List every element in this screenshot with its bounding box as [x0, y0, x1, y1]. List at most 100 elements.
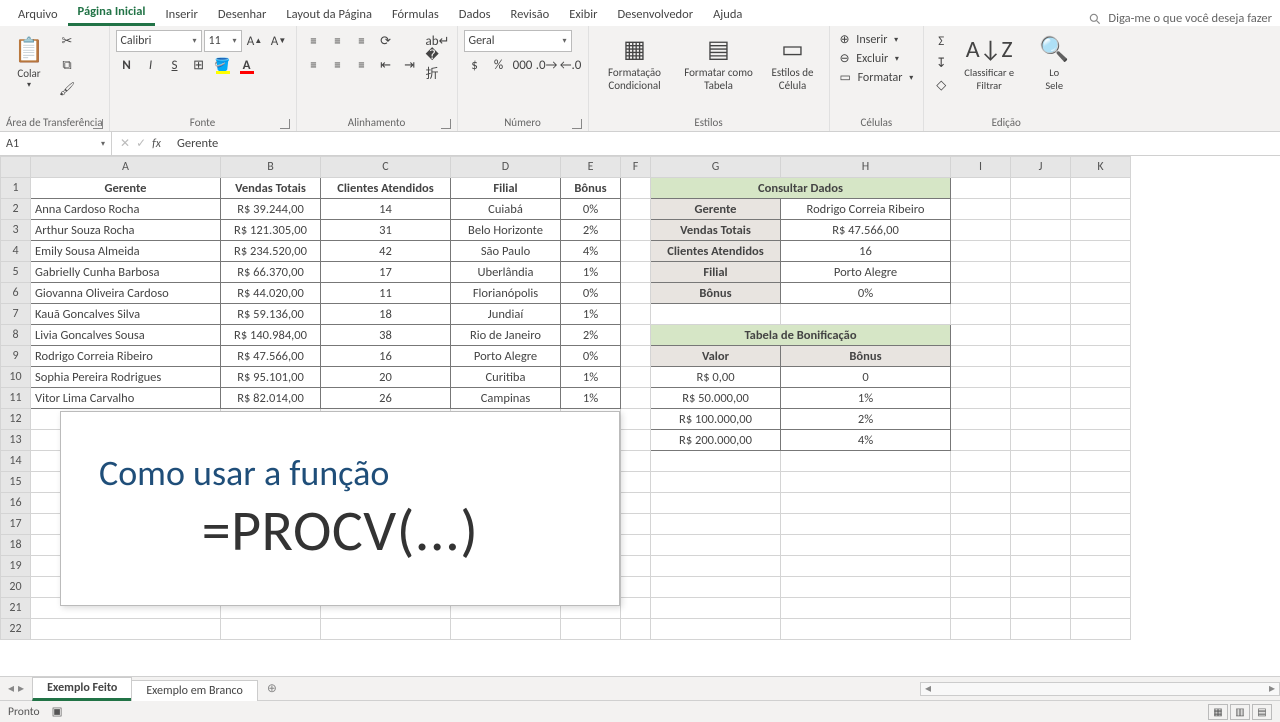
sheet-tab-exemplo-feito[interactable]: Exemplo Feito — [32, 677, 132, 701]
cell-K9[interactable] — [1071, 346, 1131, 367]
cell-H16[interactable] — [781, 493, 951, 514]
copy-button[interactable]: ⧉ — [56, 54, 78, 76]
cell-A3[interactable]: Arthur Souza Rocha — [31, 220, 221, 241]
row-header-11[interactable]: 11 — [1, 388, 31, 409]
row-header-7[interactable]: 7 — [1, 304, 31, 325]
cell-B10[interactable]: R$ 95.101,00 — [221, 367, 321, 388]
cell-K6[interactable] — [1071, 283, 1131, 304]
cell-B6[interactable]: R$ 44.020,00 — [221, 283, 321, 304]
cell-F11[interactable] — [621, 388, 651, 409]
cell-H4[interactable]: 16 — [781, 241, 951, 262]
cell-E6[interactable]: 0% — [561, 283, 621, 304]
cell-H7[interactable] — [781, 304, 951, 325]
cell-D22[interactable] — [451, 619, 561, 640]
dialog-launcher-icon[interactable] — [441, 119, 451, 129]
cell-K7[interactable] — [1071, 304, 1131, 325]
fill-button[interactable]: ↧ — [930, 52, 952, 74]
cell-G7[interactable] — [651, 304, 781, 325]
cell-B7[interactable]: R$ 59.136,00 — [221, 304, 321, 325]
row-header-4[interactable]: 4 — [1, 241, 31, 262]
menu-tab-ajuda[interactable]: Ajuda — [703, 3, 752, 26]
cell-J17[interactable] — [1011, 514, 1071, 535]
row-header-5[interactable]: 5 — [1, 262, 31, 283]
col-header-C[interactable]: C — [321, 157, 451, 178]
decrease-indent-button[interactable]: ⇤ — [375, 54, 397, 76]
cell-H12[interactable]: 2% — [781, 409, 951, 430]
add-sheet-button[interactable]: ⊕ — [257, 681, 287, 696]
cell-G18[interactable] — [651, 535, 781, 556]
cell-D6[interactable]: Florianópolis — [451, 283, 561, 304]
cell-C4[interactable]: 42 — [321, 241, 451, 262]
cancel-formula-icon[interactable]: ✕ — [120, 136, 130, 151]
cell-J15[interactable] — [1011, 472, 1071, 493]
cell-D9[interactable]: Porto Alegre — [451, 346, 561, 367]
cell-K1[interactable] — [1071, 178, 1131, 199]
increase-indent-button[interactable]: ⇥ — [399, 54, 421, 76]
format-cells-button[interactable]: ▭ Formatar ▾ — [836, 68, 918, 87]
cell-I16[interactable] — [951, 493, 1011, 514]
cell-B9[interactable]: R$ 47.566,00 — [221, 346, 321, 367]
cell-F14[interactable] — [621, 451, 651, 472]
row-header-13[interactable]: 13 — [1, 430, 31, 451]
cell-F18[interactable] — [621, 535, 651, 556]
cell-K10[interactable] — [1071, 367, 1131, 388]
cell-H20[interactable] — [781, 577, 951, 598]
cell-F12[interactable] — [621, 409, 651, 430]
cell-A2[interactable]: Anna Cardoso Rocha — [31, 199, 221, 220]
cell-F16[interactable] — [621, 493, 651, 514]
cell-G3[interactable]: Vendas Totais — [651, 220, 781, 241]
delete-cells-button[interactable]: ⊖ Excluir ▾ — [836, 49, 918, 68]
cell-B4[interactable]: R$ 234.520,00 — [221, 241, 321, 262]
cell-G13[interactable]: R$ 200.000,00 — [651, 430, 781, 451]
cell-J3[interactable] — [1011, 220, 1071, 241]
cell-G2[interactable]: Gerente — [651, 199, 781, 220]
cell-J21[interactable] — [1011, 598, 1071, 619]
col-header-E[interactable]: E — [561, 157, 621, 178]
align-left-button[interactable]: ≡ — [303, 54, 325, 76]
cell-E2[interactable]: 0% — [561, 199, 621, 220]
cell-G19[interactable] — [651, 556, 781, 577]
increase-font-button[interactable]: A▲ — [244, 30, 266, 52]
cell-B11[interactable]: R$ 82.014,00 — [221, 388, 321, 409]
cell-F3[interactable] — [621, 220, 651, 241]
cell-I20[interactable] — [951, 577, 1011, 598]
cell-H18[interactable] — [781, 535, 951, 556]
merge-center-button[interactable]: �折 — [425, 54, 451, 76]
cell-K5[interactable] — [1071, 262, 1131, 283]
row-header-10[interactable]: 10 — [1, 367, 31, 388]
cell-D8[interactable]: Rio de Janeiro — [451, 325, 561, 346]
cell-I15[interactable] — [951, 472, 1011, 493]
menu-tab-exibir[interactable]: Exibir — [559, 3, 607, 26]
cell-I9[interactable] — [951, 346, 1011, 367]
cell-C2[interactable]: 14 — [321, 199, 451, 220]
cell-C5[interactable]: 17 — [321, 262, 451, 283]
cell-I17[interactable] — [951, 514, 1011, 535]
row-header-20[interactable]: 20 — [1, 577, 31, 598]
increase-decimal-button[interactable]: .0→ — [536, 54, 558, 76]
cell-C8[interactable]: 38 — [321, 325, 451, 346]
row-header-16[interactable]: 16 — [1, 493, 31, 514]
number-format-combo[interactable]: Geral▾ — [464, 30, 572, 52]
spreadsheet-grid[interactable]: ABCDEFGHIJK1GerenteVendas TotaisClientes… — [0, 156, 1280, 676]
cell-J8[interactable] — [1011, 325, 1071, 346]
cell-G10[interactable]: R$ 0,00 — [651, 367, 781, 388]
cell-D1[interactable]: Filial — [451, 178, 561, 199]
cell-H2[interactable]: Rodrigo Correia Ribeiro — [781, 199, 951, 220]
cell-B22[interactable] — [221, 619, 321, 640]
cell-A10[interactable]: Sophia Pereira Rodrigues — [31, 367, 221, 388]
font-color-button[interactable]: A — [236, 54, 258, 76]
cell-K3[interactable] — [1071, 220, 1131, 241]
cell-E4[interactable]: 4% — [561, 241, 621, 262]
menu-tab-fórmulas[interactable]: Fórmulas — [382, 3, 449, 26]
dialog-launcher-icon[interactable] — [572, 119, 582, 129]
row-header-17[interactable]: 17 — [1, 514, 31, 535]
horizontal-scrollbar[interactable]: ◂▸ — [920, 682, 1280, 696]
cell-F22[interactable] — [621, 619, 651, 640]
cell-H17[interactable] — [781, 514, 951, 535]
cell-I4[interactable] — [951, 241, 1011, 262]
dialog-launcher-icon[interactable] — [280, 119, 290, 129]
cell-K16[interactable] — [1071, 493, 1131, 514]
cell-J11[interactable] — [1011, 388, 1071, 409]
cell-B8[interactable]: R$ 140.984,00 — [221, 325, 321, 346]
col-header-G[interactable]: G — [651, 157, 781, 178]
